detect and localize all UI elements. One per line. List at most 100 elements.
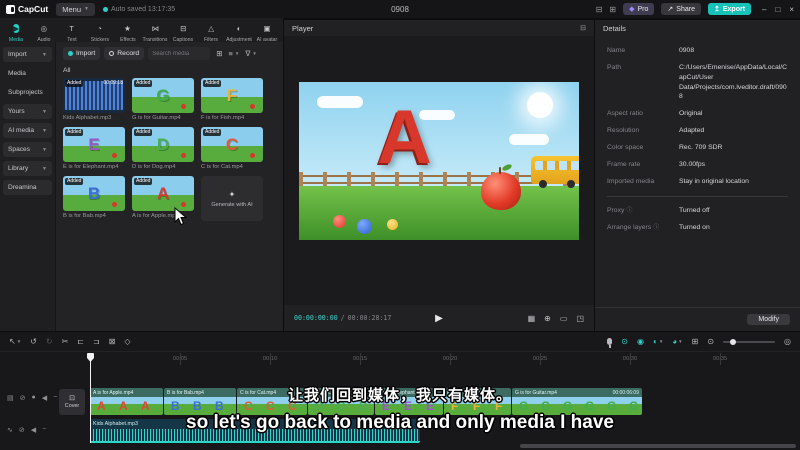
media-item[interactable]: Added C C is for Cat.mp4: [201, 127, 263, 170]
media-thumbnail[interactable]: Added A: [132, 176, 194, 211]
volume-icon[interactable]: ◕ ▼: [672, 337, 682, 346]
sidebar-item[interactable]: Media: [3, 66, 52, 81]
zoom-slider-handle[interactable]: [730, 338, 737, 345]
close-button[interactable]: ×: [789, 5, 794, 14]
added-badge: Added: [65, 129, 84, 136]
sidebar-item[interactable]: Library ▼: [3, 161, 52, 176]
ribbon-tab[interactable]: △ Filters: [197, 18, 225, 43]
player-stage: A: [284, 36, 594, 305]
details-row: Aspect ratio Original: [607, 109, 788, 119]
details-row: Arrange layers ⓘ Turned on: [607, 223, 788, 233]
marker-icon[interactable]: ◉: [637, 337, 644, 346]
media-thumbnail[interactable]: Added E: [63, 127, 125, 162]
minimize-button[interactable]: –: [762, 5, 766, 14]
media-thumbnail[interactable]: Added G: [132, 78, 194, 113]
focus-icon[interactable]: ⊕: [544, 314, 551, 323]
zoom-slider[interactable]: [723, 338, 776, 345]
record-button[interactable]: Record: [104, 47, 145, 60]
mic-icon[interactable]: [607, 338, 613, 348]
media-item-name: G is for Guitar.mp4: [132, 115, 181, 121]
media-thumbnail[interactable]: Added C: [201, 127, 263, 162]
added-badge: Added: [134, 129, 153, 136]
snap-icon[interactable]: ◐ ▼: [653, 337, 663, 346]
sidebar-item[interactable]: Dreamina: [3, 180, 52, 195]
horizontal-scrollbar[interactable]: [520, 444, 796, 448]
ribbon-tab[interactable]: T Text: [58, 18, 86, 43]
modify-button[interactable]: Modify: [747, 314, 790, 325]
ribbon-tab[interactable]: ◐ Adjustment: [225, 18, 253, 43]
generate-ai-tile[interactable]: ✦ Generate with AI: [201, 176, 263, 221]
ribbon-tab-icon: ▶: [13, 23, 19, 33]
sidebar-item[interactable]: Import ▼: [3, 47, 52, 62]
player-panel: Player ⊟ A 00:00:00:00 / 00:00:28:17 ▶ ▦…: [284, 20, 594, 331]
select-tool-icon[interactable]: ↖ ▼: [9, 337, 21, 346]
media-item[interactable]: Added 00:09:18 Kids Alphabet.mp3: [63, 78, 125, 121]
ruler-label: 00:35: [712, 356, 728, 362]
sort-icon[interactable]: ≡: [228, 49, 232, 58]
ribbon-tab[interactable]: ⋈ Transitions: [141, 18, 169, 43]
share-button[interactable]: ↗ Share: [661, 3, 701, 15]
filter-all-label[interactable]: All: [63, 67, 276, 74]
ribbon-tab[interactable]: ★ Effects: [114, 18, 142, 43]
export-button[interactable]: ↥ Export: [707, 3, 752, 15]
media-item[interactable]: Added E E is for Elephant.mp4: [63, 127, 125, 170]
media-item[interactable]: Added D D is for Dog.mp4: [132, 127, 194, 170]
details-label: Name: [607, 47, 626, 54]
media-thumbnail[interactable]: Added 00:09:18: [63, 78, 125, 113]
details-value: Stay in original location: [679, 177, 749, 185]
media-item-name: C is for Cat.mp4: [201, 164, 243, 170]
panel-layout-icon[interactable]: ⊞: [609, 5, 616, 14]
autosave-status: Auto saved 13:17:35: [102, 6, 175, 13]
sidebar-item[interactable]: Subprojects: [3, 85, 52, 100]
preview-frames-icon[interactable]: ⊞: [692, 337, 699, 346]
details-label: Frame rate: [607, 160, 641, 168]
pro-button[interactable]: ◆ Pro: [623, 3, 655, 15]
mask-icon[interactable]: ◇: [124, 337, 130, 346]
trim-right-icon[interactable]: ⊐: [93, 337, 100, 346]
ruler-label: 00:15: [352, 356, 368, 362]
import-button[interactable]: Import: [63, 47, 101, 60]
media-thumbnail[interactable]: Added F: [201, 78, 263, 113]
sidebar-item[interactable]: AI media ▼: [3, 123, 52, 138]
trim-left-icon[interactable]: ⊏: [77, 337, 84, 346]
view-mode-icon[interactable]: ⊞: [216, 49, 222, 58]
ball-decor: [112, 202, 117, 207]
duration-label: 00:09:18: [103, 80, 123, 86]
play-button[interactable]: ▶: [435, 313, 443, 324]
undo-icon[interactable]: ↺: [30, 337, 37, 346]
media-item[interactable]: Added F F is for Fish.mp4: [201, 78, 263, 121]
sidebar-item[interactable]: Yours ▼: [3, 104, 52, 119]
delete-icon[interactable]: ⊠: [109, 337, 116, 346]
video-preview[interactable]: A: [299, 82, 579, 240]
link-icon[interactable]: ⊙: [707, 337, 714, 346]
menu-button[interactable]: Menu ▼: [56, 2, 95, 16]
zoom-fit-icon[interactable]: ◎: [784, 337, 791, 346]
media-item-name: F is for Fish.mp4: [201, 115, 245, 121]
quality-icon[interactable]: ▦: [528, 314, 536, 323]
redo-icon[interactable]: ↻: [46, 337, 53, 346]
timeline-ruler[interactable]: 00:05 00:10 00:15 00:20 00:25 00:30 00:35 00:40: [90, 353, 800, 365]
topbar: CapCut Menu ▼ Auto saved 13:17:35 0908 ⊟ …: [0, 0, 800, 18]
fullscreen-icon[interactable]: ◳: [576, 314, 584, 323]
sidebar-item[interactable]: Spaces ▼: [3, 142, 52, 157]
details-row: Proxy ⓘ Turned off: [607, 196, 788, 216]
filter-icon[interactable]: ∇: [245, 49, 250, 58]
media-thumbnail[interactable]: Added D: [132, 127, 194, 162]
media-item[interactable]: Added B B is for Bab.mp4: [63, 176, 125, 221]
ribbon-tab[interactable]: ⊟ Captions: [169, 18, 197, 43]
split-icon[interactable]: ✂: [62, 337, 69, 346]
media-item[interactable]: Added G G is for Guitar.mp4: [132, 78, 194, 121]
ribbon-tab[interactable]: ▣ AI avatar: [253, 18, 281, 43]
player-options-icon[interactable]: ⊟: [580, 24, 586, 32]
ribbon-tab[interactable]: ▶ Media: [2, 18, 30, 43]
keyframe-icon[interactable]: ⊙: [621, 337, 628, 346]
info-icon: ⓘ: [626, 208, 633, 215]
ribbon-tab[interactable]: ◔ Stickers: [86, 18, 114, 43]
layout-toggle-icon[interactable]: ⊟: [596, 5, 603, 14]
maximize-button[interactable]: □: [775, 5, 780, 14]
import-icon: [68, 51, 73, 56]
media-thumbnail[interactable]: Added B: [63, 176, 125, 211]
ratio-icon[interactable]: ▭: [560, 314, 568, 323]
ribbon-tab[interactable]: ◎ Audio: [30, 18, 58, 43]
search-input[interactable]: [148, 47, 211, 60]
